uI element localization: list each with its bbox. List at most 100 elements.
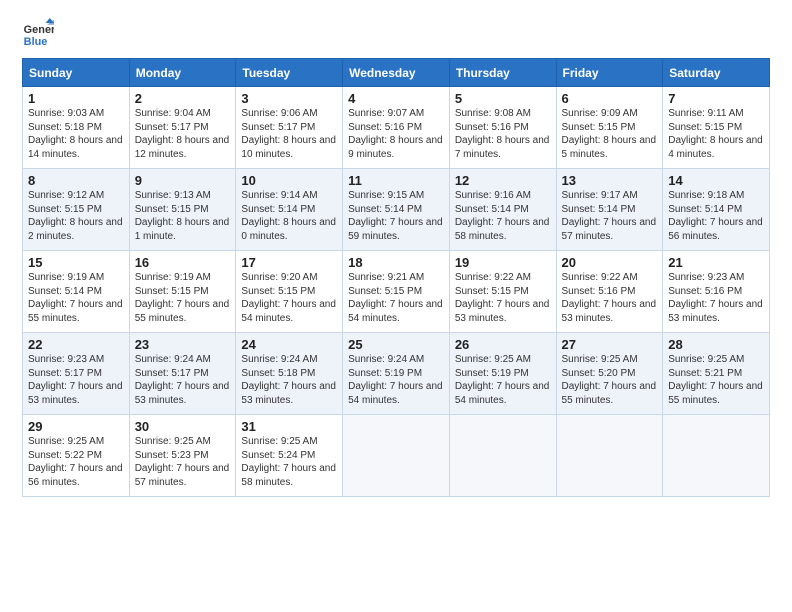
day-number: 11 [348, 173, 444, 188]
day-detail: Sunrise: 9:12 AMSunset: 5:15 PMDaylight:… [28, 190, 123, 242]
day-number: 16 [135, 255, 231, 270]
calendar-cell: 17 Sunrise: 9:20 AMSunset: 5:15 PMDaylig… [236, 251, 343, 333]
day-detail: Sunrise: 9:25 AMSunset: 5:19 PMDaylight:… [455, 354, 550, 406]
calendar-cell: 9 Sunrise: 9:13 AMSunset: 5:15 PMDayligh… [129, 169, 236, 251]
day-detail: Sunrise: 9:23 AMSunset: 5:16 PMDaylight:… [668, 272, 763, 324]
svg-text:Blue: Blue [24, 36, 48, 48]
day-number: 28 [668, 337, 764, 352]
day-detail: Sunrise: 9:14 AMSunset: 5:14 PMDaylight:… [241, 190, 336, 242]
day-detail: Sunrise: 9:25 AMSunset: 5:23 PMDaylight:… [135, 436, 230, 488]
calendar-cell: 26 Sunrise: 9:25 AMSunset: 5:19 PMDaylig… [449, 333, 556, 415]
calendar-cell [663, 415, 770, 497]
day-detail: Sunrise: 9:25 AMSunset: 5:21 PMDaylight:… [668, 354, 763, 406]
calendar-cell: 28 Sunrise: 9:25 AMSunset: 5:21 PMDaylig… [663, 333, 770, 415]
day-number: 30 [135, 419, 231, 434]
day-number: 25 [348, 337, 444, 352]
calendar-cell: 11 Sunrise: 9:15 AMSunset: 5:14 PMDaylig… [343, 169, 450, 251]
col-header-tuesday: Tuesday [236, 59, 343, 87]
calendar-cell: 4 Sunrise: 9:07 AMSunset: 5:16 PMDayligh… [343, 87, 450, 169]
day-detail: Sunrise: 9:19 AMSunset: 5:15 PMDaylight:… [135, 272, 230, 324]
day-detail: Sunrise: 9:21 AMSunset: 5:15 PMDaylight:… [348, 272, 443, 324]
day-number: 29 [28, 419, 124, 434]
day-number: 18 [348, 255, 444, 270]
day-number: 13 [562, 173, 658, 188]
day-number: 15 [28, 255, 124, 270]
day-detail: Sunrise: 9:25 AMSunset: 5:20 PMDaylight:… [562, 354, 657, 406]
calendar-cell: 2 Sunrise: 9:04 AMSunset: 5:17 PMDayligh… [129, 87, 236, 169]
day-number: 26 [455, 337, 551, 352]
calendar-cell: 24 Sunrise: 9:24 AMSunset: 5:18 PMDaylig… [236, 333, 343, 415]
calendar-cell: 21 Sunrise: 9:23 AMSunset: 5:16 PMDaylig… [663, 251, 770, 333]
calendar-cell: 5 Sunrise: 9:08 AMSunset: 5:16 PMDayligh… [449, 87, 556, 169]
day-number: 27 [562, 337, 658, 352]
day-number: 4 [348, 91, 444, 106]
day-number: 10 [241, 173, 337, 188]
calendar-table: SundayMondayTuesdayWednesdayThursdayFrid… [22, 58, 770, 497]
calendar-cell: 22 Sunrise: 9:23 AMSunset: 5:17 PMDaylig… [23, 333, 130, 415]
day-detail: Sunrise: 9:22 AMSunset: 5:15 PMDaylight:… [455, 272, 550, 324]
calendar-cell: 20 Sunrise: 9:22 AMSunset: 5:16 PMDaylig… [556, 251, 663, 333]
calendar-cell: 31 Sunrise: 9:25 AMSunset: 5:24 PMDaylig… [236, 415, 343, 497]
col-header-friday: Friday [556, 59, 663, 87]
calendar-cell: 18 Sunrise: 9:21 AMSunset: 5:15 PMDaylig… [343, 251, 450, 333]
day-number: 19 [455, 255, 551, 270]
col-header-wednesday: Wednesday [343, 59, 450, 87]
calendar-cell: 10 Sunrise: 9:14 AMSunset: 5:14 PMDaylig… [236, 169, 343, 251]
calendar-cell: 19 Sunrise: 9:22 AMSunset: 5:15 PMDaylig… [449, 251, 556, 333]
day-number: 6 [562, 91, 658, 106]
day-detail: Sunrise: 9:04 AMSunset: 5:17 PMDaylight:… [135, 108, 230, 160]
day-detail: Sunrise: 9:18 AMSunset: 5:14 PMDaylight:… [668, 190, 763, 242]
svg-text:General: General [24, 24, 54, 36]
calendar-cell: 3 Sunrise: 9:06 AMSunset: 5:17 PMDayligh… [236, 87, 343, 169]
day-detail: Sunrise: 9:07 AMSunset: 5:16 PMDaylight:… [348, 108, 443, 160]
day-number: 12 [455, 173, 551, 188]
day-number: 2 [135, 91, 231, 106]
day-detail: Sunrise: 9:03 AMSunset: 5:18 PMDaylight:… [28, 108, 123, 160]
day-detail: Sunrise: 9:23 AMSunset: 5:17 PMDaylight:… [28, 354, 123, 406]
col-header-saturday: Saturday [663, 59, 770, 87]
calendar-cell: 14 Sunrise: 9:18 AMSunset: 5:14 PMDaylig… [663, 169, 770, 251]
calendar-cell [556, 415, 663, 497]
day-number: 31 [241, 419, 337, 434]
day-detail: Sunrise: 9:25 AMSunset: 5:24 PMDaylight:… [241, 436, 336, 488]
day-number: 23 [135, 337, 231, 352]
day-detail: Sunrise: 9:24 AMSunset: 5:17 PMDaylight:… [135, 354, 230, 406]
day-detail: Sunrise: 9:08 AMSunset: 5:16 PMDaylight:… [455, 108, 550, 160]
day-number: 8 [28, 173, 124, 188]
calendar-cell: 30 Sunrise: 9:25 AMSunset: 5:23 PMDaylig… [129, 415, 236, 497]
day-detail: Sunrise: 9:22 AMSunset: 5:16 PMDaylight:… [562, 272, 657, 324]
calendar-cell: 7 Sunrise: 9:11 AMSunset: 5:15 PMDayligh… [663, 87, 770, 169]
day-number: 14 [668, 173, 764, 188]
logo-icon: General Blue [22, 18, 54, 50]
day-number: 22 [28, 337, 124, 352]
day-number: 20 [562, 255, 658, 270]
calendar-cell: 29 Sunrise: 9:25 AMSunset: 5:22 PMDaylig… [23, 415, 130, 497]
calendar-cell: 6 Sunrise: 9:09 AMSunset: 5:15 PMDayligh… [556, 87, 663, 169]
calendar-cell: 12 Sunrise: 9:16 AMSunset: 5:14 PMDaylig… [449, 169, 556, 251]
day-detail: Sunrise: 9:06 AMSunset: 5:17 PMDaylight:… [241, 108, 336, 160]
day-number: 17 [241, 255, 337, 270]
calendar-cell: 25 Sunrise: 9:24 AMSunset: 5:19 PMDaylig… [343, 333, 450, 415]
logo: General Blue [22, 18, 56, 50]
day-detail: Sunrise: 9:24 AMSunset: 5:19 PMDaylight:… [348, 354, 443, 406]
day-detail: Sunrise: 9:13 AMSunset: 5:15 PMDaylight:… [135, 190, 230, 242]
day-detail: Sunrise: 9:17 AMSunset: 5:14 PMDaylight:… [562, 190, 657, 242]
calendar-cell [343, 415, 450, 497]
day-detail: Sunrise: 9:11 AMSunset: 5:15 PMDaylight:… [668, 108, 763, 160]
calendar-page: General Blue SundayMondayTuesdayWednesda… [0, 0, 792, 612]
col-header-thursday: Thursday [449, 59, 556, 87]
day-detail: Sunrise: 9:09 AMSunset: 5:15 PMDaylight:… [562, 108, 657, 160]
day-number: 1 [28, 91, 124, 106]
calendar-cell: 8 Sunrise: 9:12 AMSunset: 5:15 PMDayligh… [23, 169, 130, 251]
day-number: 9 [135, 173, 231, 188]
calendar-cell: 27 Sunrise: 9:25 AMSunset: 5:20 PMDaylig… [556, 333, 663, 415]
col-header-sunday: Sunday [23, 59, 130, 87]
calendar-cell: 1 Sunrise: 9:03 AMSunset: 5:18 PMDayligh… [23, 87, 130, 169]
day-number: 7 [668, 91, 764, 106]
header: General Blue [22, 18, 770, 50]
day-number: 3 [241, 91, 337, 106]
calendar-cell: 15 Sunrise: 9:19 AMSunset: 5:14 PMDaylig… [23, 251, 130, 333]
calendar-cell [449, 415, 556, 497]
col-header-monday: Monday [129, 59, 236, 87]
day-detail: Sunrise: 9:20 AMSunset: 5:15 PMDaylight:… [241, 272, 336, 324]
